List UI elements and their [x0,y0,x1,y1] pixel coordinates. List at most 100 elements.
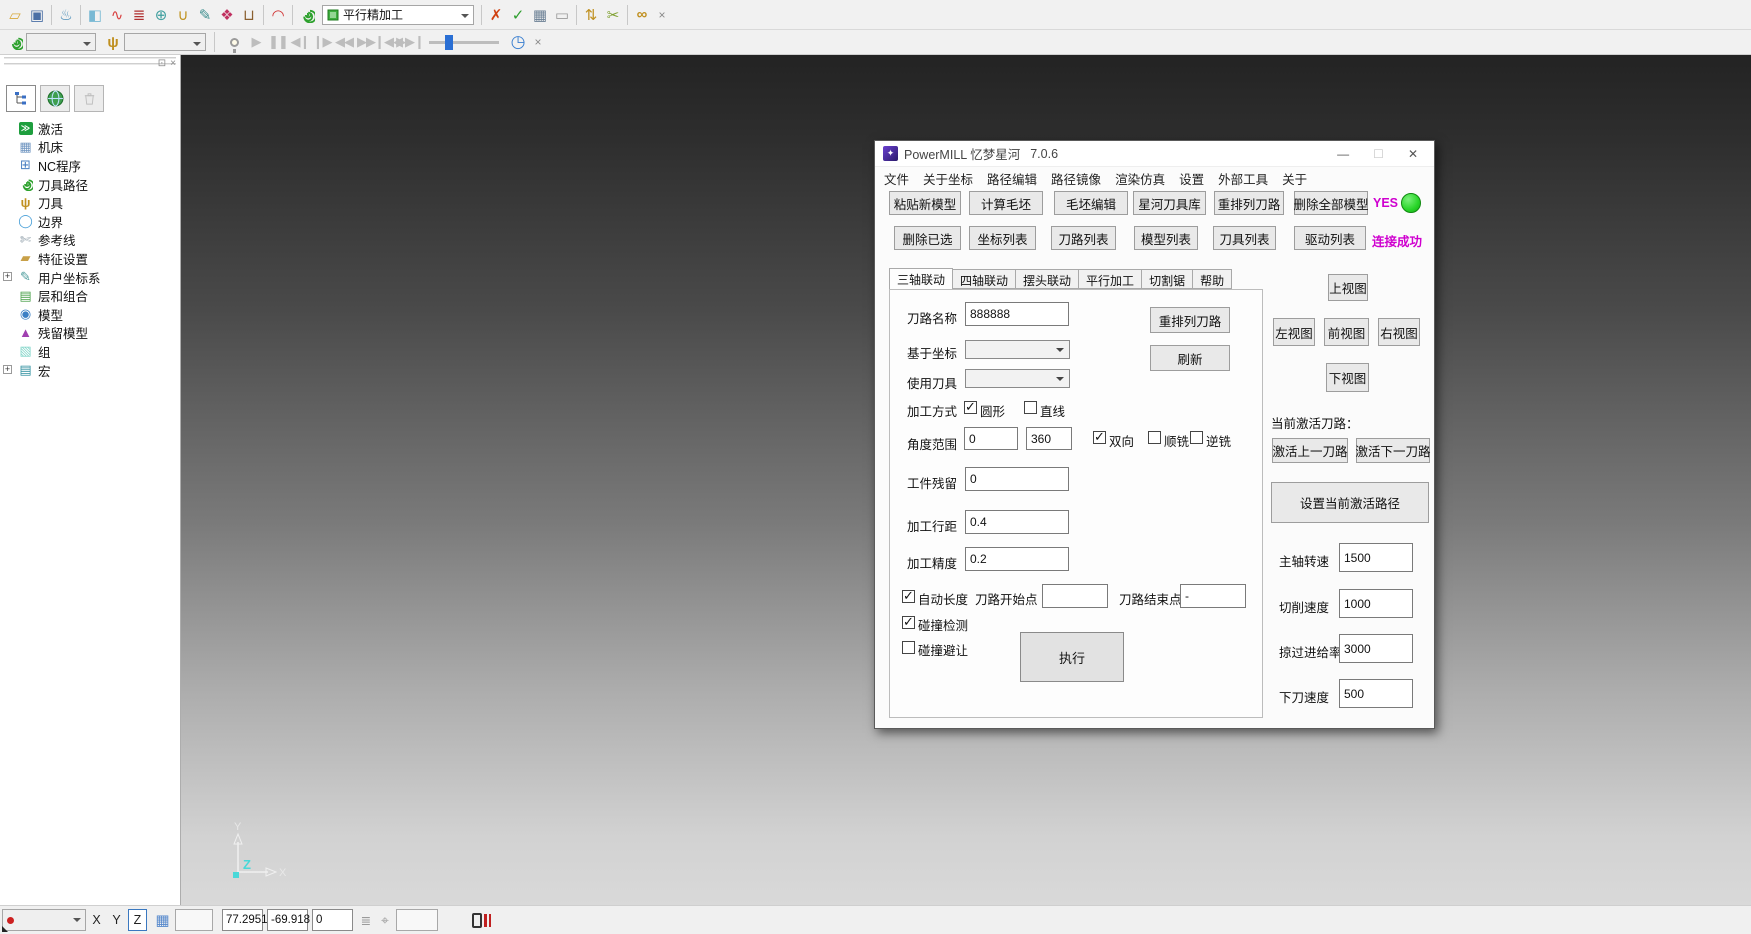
ball-tool-icon[interactable]: ⊕ [150,4,172,26]
tree-item-model[interactable]: ◉ 模型 [0,305,180,324]
menu-file[interactable]: 文件 [884,169,909,188]
split-icon[interactable]: ✂ [602,4,624,26]
bidirectional-checkbox[interactable] [1093,431,1106,444]
tool-list-button[interactable]: 刀具列表 [1213,226,1276,250]
set-active-path-button[interactable]: 设置当前激活路径 [1271,482,1429,523]
tree-item-stock-model[interactable]: ▲ 残留模型 [0,324,180,343]
based-coord-combobox[interactable] [965,340,1070,359]
tree-item-boundary[interactable]: ◯ 边界 [0,212,180,231]
tool-combobox[interactable] [124,33,206,51]
speed-slider[interactable] [429,41,499,44]
list-options-icon[interactable]: ≣ [358,909,374,931]
toolpath-name-input[interactable] [965,302,1069,326]
step-back-icon[interactable]: ◀❙ [289,31,311,53]
refresh-button[interactable]: 刷新 [1150,345,1230,371]
conventional-mill-checkbox[interactable] [1190,431,1203,444]
expand-toggle[interactable]: + [3,272,12,281]
tree-item-levels-and-sets[interactable]: ▤ 层和组合 [0,286,180,305]
tab-swivel-head[interactable]: 摆头联动 [1016,269,1079,289]
angle-from-input[interactable] [964,427,1018,450]
activate-next-toolpath-button[interactable]: 激活下一刀路 [1356,438,1430,463]
tree-item-group[interactable]: ▧ 组 [0,342,180,361]
pause-icon[interactable]: ❚❚ [267,31,289,53]
tree-item-machine-tool[interactable]: ▦ 机床 [0,138,180,157]
tab-explorer-tree[interactable] [6,85,36,112]
cutting-feed-input[interactable] [1339,589,1413,618]
left-view-button[interactable]: 左视图 [1273,318,1315,346]
auto-length-checkbox[interactable] [902,590,915,603]
tree-item-toolpath[interactable]: 刀具路径 [0,175,180,194]
skip-end-icon[interactable]: ▶▶❙ [399,31,421,53]
rewind-icon[interactable]: ◀◀ [333,31,355,53]
menu-render-sim[interactable]: 渲染仿真 [1115,169,1165,188]
open-file-icon[interactable]: ▱ [4,4,26,26]
grid-size-field[interactable] [175,909,213,931]
rearrange-toolpath-button-2[interactable]: 重排列刀路 [1150,307,1230,333]
tab-4axis[interactable]: 四轴联动 [953,269,1016,289]
tool-verify-icon[interactable]: ✓ [507,4,529,26]
save-icon[interactable]: ▣ [26,4,48,26]
clock-icon[interactable]: ◷ [507,31,529,53]
toolpath-list-button[interactable]: 刀路列表 [1051,226,1116,250]
tab-help[interactable]: 帮助 [1193,269,1232,289]
xinghe-tool-library-button[interactable]: 星河刀具库 [1133,191,1206,215]
bottom-view-button[interactable]: 下视图 [1326,363,1369,392]
delete-all-models-button[interactable]: 删除全部模型 [1294,191,1368,215]
menu-coordinates[interactable]: 关于坐标 [923,169,973,188]
tree-item-reference-line[interactable]: ✄ 参考线 [0,231,180,250]
tree-item-feature-set[interactable]: ▰ 特征设置 [0,249,180,268]
plunge-feed-input[interactable] [1339,679,1413,708]
close-icon[interactable]: ✕ [1408,147,1418,161]
strategy-combobox[interactable]: 平行精加工 [322,5,474,25]
collision-arc-icon[interactable]: ◠ [267,4,289,26]
minimize-icon[interactable]: — [1337,147,1349,161]
collision-avoid-checkbox[interactable] [902,641,915,654]
toolbar-close-icon[interactable]: × [653,4,671,26]
tool-delete-icon[interactable]: ✗ [485,4,507,26]
right-view-button[interactable]: 右视图 [1378,318,1420,346]
dialog-titlebar[interactable]: ✦ PowerMILL 忆梦星河 7.0.6 — ☐ ✕ [875,141,1434,167]
corner-grip[interactable] [2,926,8,932]
axis-x-button[interactable]: X [88,909,105,931]
menu-about[interactable]: 关于 [1282,169,1307,188]
play-icon[interactable]: ▶ [245,31,267,53]
axis-y-button[interactable]: Y [108,909,125,931]
slider-knob[interactable] [445,35,453,50]
stock-allowance-input[interactable] [965,467,1069,491]
tree-item-user-coordinate-system[interactable]: + ✎ 用户坐标系 [0,268,180,287]
lightbulb-icon[interactable] [223,31,245,53]
stock-edit-button[interactable]: 毛坯编辑 [1054,191,1128,215]
model-list-button[interactable]: 模型列表 [1134,226,1198,250]
step-forward-icon[interactable]: ❙▶ [311,31,333,53]
skim-feed-input[interactable] [1339,634,1413,663]
menu-settings[interactable]: 设置 [1179,169,1204,188]
tolerance-field[interactable] [396,909,438,931]
tab-parallel[interactable]: 平行加工 [1079,269,1142,289]
tab-cutting-saw[interactable]: 切割锯 [1142,269,1193,289]
panel-drag-handle[interactable] [4,57,176,60]
drive-list-button[interactable]: 驱动列表 [1294,226,1366,250]
binoculars-icon[interactable]: ∞ [631,4,653,26]
edit-path-icon[interactable]: ✎ [194,4,216,26]
front-view-button[interactable]: 前视图 [1324,318,1369,346]
tree-item-macro[interactable]: + ▤ 宏 [0,361,180,380]
tab-world-view[interactable] [40,85,70,112]
collision-check-checkbox[interactable] [902,616,915,629]
delete-selected-button[interactable]: 删除已选 [894,226,961,250]
tab-recycle-bin[interactable] [74,85,104,112]
toolpath-spiral-icon[interactable] [296,4,318,26]
pattern-icon[interactable]: ❖ [216,4,238,26]
clamp-icon[interactable]: ∪ [172,4,194,26]
toolpath-connections-icon[interactable]: ∿ [106,4,128,26]
coord-list-button[interactable]: 坐标列表 [969,226,1036,250]
end-point-input[interactable] [1180,584,1246,608]
locate-icon[interactable]: ⌖ [377,909,393,931]
start-point-input[interactable] [1042,584,1108,608]
circular-checkbox[interactable] [964,401,977,414]
panel-drag-handle[interactable] [4,63,176,66]
execute-button[interactable]: 执行 [1020,632,1124,682]
spindle-speed-input[interactable] [1339,543,1413,572]
tool-swap-icon[interactable]: ⇅ [580,4,602,26]
print-icon[interactable]: ♨ [55,4,77,26]
calculator-icon[interactable]: ▦ [529,4,551,26]
